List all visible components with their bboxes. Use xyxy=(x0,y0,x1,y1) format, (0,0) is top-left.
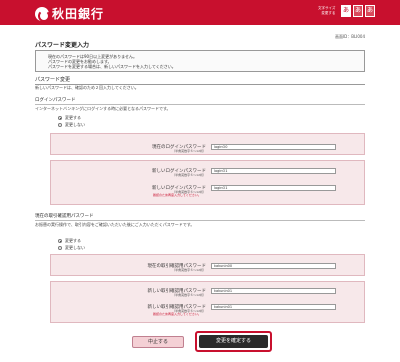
site-header: 秋田銀行 文字サイズ 変更する あ あ あ xyxy=(0,0,400,25)
login-current-box: 現在のログインパスワード （半角英数字６〜12桁） loginO0 xyxy=(50,133,365,155)
field-hint: （半角英数字６〜12桁） xyxy=(172,268,206,272)
bank-name: 秋田銀行 xyxy=(52,7,105,21)
login-current-input[interactable]: loginO0 xyxy=(211,144,336,150)
login-new-field: 新しいログインパスワード （半角英数字６〜12桁） loginO1 xyxy=(51,168,366,180)
transaction-confirm-input[interactable]: kakunin01 xyxy=(211,304,336,310)
notice-line: パスワードを変更する場合は、新しいパスワードを入力してください。 xyxy=(48,64,176,69)
fontsize-label-line2: 変更する xyxy=(321,11,336,15)
login-password-description: インターネットバンキングにログインする時に必要となるパスワードです。 xyxy=(35,106,171,111)
transaction-radio-nochange[interactable]: 変更しない xyxy=(58,245,85,251)
radio-label: 変更する xyxy=(65,115,81,120)
transaction-current-field: 現在の取引確認用パスワード （半角英数字６〜12桁） kakunin00 xyxy=(51,263,366,275)
login-radio-nochange[interactable]: 変更しない xyxy=(58,122,85,128)
login-new-box: 新しいログインパスワード （半角英数字６〜12桁） loginO1 新しいログイ… xyxy=(50,160,365,205)
field-hint: （半角英数字６〜12桁） xyxy=(172,149,206,153)
fontsize-large-button[interactable]: あ xyxy=(365,5,375,17)
radio-label: 変更しない xyxy=(65,245,85,250)
confirm-note: 確認のため再度入力してください。 xyxy=(153,193,201,197)
transaction-radio-change[interactable]: 変更する xyxy=(58,238,81,244)
radio-unselected-icon xyxy=(58,246,62,250)
login-confirm-field: 新しいログインパスワード （半角英数字６〜12桁） loginO1 確認のため再… xyxy=(51,185,366,197)
password-change-description: 新しいパスワードは、確認のため２回入力してください。 xyxy=(35,85,139,90)
transaction-current-input[interactable]: kakunin00 xyxy=(211,263,336,269)
transaction-new-box: 新しい取引確認用パスワード （半角英数字６〜12桁） kakunin01 新しい… xyxy=(50,281,365,323)
bank-logo-icon xyxy=(35,6,50,22)
fontsize-label: 文字サイズ 変更する xyxy=(318,6,335,16)
transaction-password-title: 現在の取引確認用パスワード xyxy=(35,213,365,221)
transaction-current-box: 現在の取引確認用パスワード （半角英数字６〜12桁） kakunin00 xyxy=(50,254,365,276)
fontsize-medium-button[interactable]: あ xyxy=(353,5,363,17)
transaction-new-field: 新しい取引確認用パスワード （半角英数字６〜12桁） kakunin01 xyxy=(51,288,366,300)
transaction-new-input[interactable]: kakunin01 xyxy=(211,288,336,294)
confirm-note: 確認のため再度入力してください。 xyxy=(153,312,201,316)
notice-box: 現在のパスワードは90日以上変更がありません。 パスワードの変更をお勧めします。… xyxy=(35,50,365,72)
field-hint: （半角英数字６〜12桁） xyxy=(172,293,206,297)
cancel-button[interactable]: 中止する xyxy=(132,336,184,348)
login-confirm-input[interactable]: loginO1 xyxy=(211,185,336,191)
radio-label: 変更しない xyxy=(65,122,85,127)
bank-logo[interactable]: 秋田銀行 xyxy=(35,5,104,22)
confirm-button[interactable]: 変更を確定する xyxy=(199,335,268,348)
password-change-title: パスワード変更 xyxy=(35,76,365,85)
login-radio-change[interactable]: 変更する xyxy=(58,115,81,121)
confirm-button-highlight: 変更を確定する xyxy=(195,331,272,352)
fontsize-small-button[interactable]: あ xyxy=(341,5,351,17)
login-current-field: 現在のログインパスワード （半角英数字６〜12桁） loginO0 xyxy=(51,144,366,156)
transaction-confirm-field: 新しい取引確認用パスワード （半角英数字６〜12桁） kakunin01 確認の… xyxy=(51,304,366,316)
login-new-input[interactable]: loginO1 xyxy=(211,168,336,174)
radio-selected-icon xyxy=(58,239,62,243)
transaction-password-description: お振替の実行操作で、取引内容をご確認いただいた後にご入力いただくパスワードです。 xyxy=(35,222,195,227)
field-hint: （半角英数字６〜12桁） xyxy=(172,173,206,177)
radio-label: 変更する xyxy=(65,238,81,243)
radio-selected-icon xyxy=(58,116,62,120)
radio-unselected-icon xyxy=(58,123,62,127)
login-password-title: ログインパスワード xyxy=(35,97,365,105)
